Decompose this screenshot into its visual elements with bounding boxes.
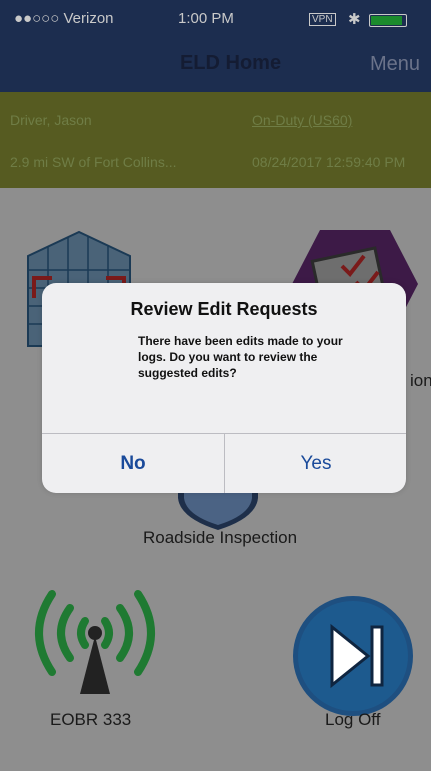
tile-eobr[interactable]: [30, 588, 160, 703]
dialog-message: There have been edits made to your logs.…: [138, 334, 343, 380]
duty-status-link[interactable]: On-Duty (US60): [252, 112, 352, 128]
shield-icon: [178, 488, 258, 530]
datetime-text: 08/24/2017 12:59:40 PM: [252, 154, 406, 170]
tile-log-off-label: Log Off: [325, 710, 381, 729]
tile-log-off[interactable]: [292, 595, 414, 722]
nav-bar: ELD Home Menu: [0, 40, 431, 92]
carrier-label: ●●○○○ Verizon: [14, 10, 114, 27]
bluetooth-icon: ✱: [348, 11, 361, 28]
no-button[interactable]: No: [42, 434, 224, 493]
location-text: 2.9 mi SW of Fort Collins...: [10, 154, 177, 170]
driver-info-bar: Driver, Jason On-Duty (US60) 2.9 mi SW o…: [0, 92, 431, 188]
tile-eobr-label: EOBR 333: [50, 710, 132, 729]
yes-button[interactable]: Yes: [225, 434, 406, 493]
status-bar: ●●○○○ Verizon 1:00 PM VPN ✱: [0, 0, 431, 40]
wireless-tower-icon: [35, 590, 155, 694]
page-title: ELD Home: [179, 52, 282, 74]
tile-roadside-label: Roadside Inspection: [143, 528, 298, 547]
skip-forward-icon: [293, 596, 413, 716]
vpn-badge: VPN: [309, 13, 336, 26]
dialog-title: Review Edit Requests: [130, 299, 318, 319]
battery-icon: [369, 14, 407, 27]
menu-button[interactable]: Menu: [370, 53, 420, 76]
clock: 1:00 PM: [178, 10, 234, 27]
tile-dvir-label: ion: [410, 371, 431, 390]
driver-name: Driver, Jason: [10, 112, 92, 128]
review-edits-dialog: Review Edit Requests There have been edi…: [42, 283, 406, 493]
